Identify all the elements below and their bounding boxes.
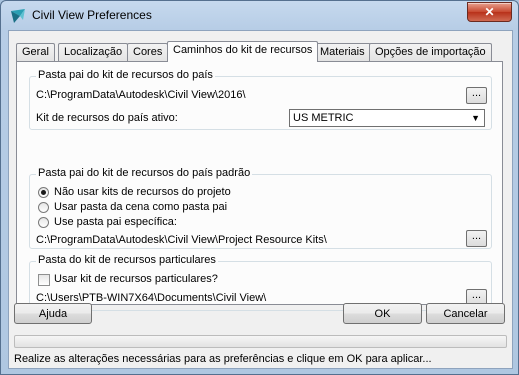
active-kit-label: Kit de recursos do país ativo: bbox=[36, 112, 178, 124]
radio-scene-folder-label: Usar pasta da cena como pasta pai bbox=[54, 201, 228, 213]
help-button[interactable]: Ajuda bbox=[14, 303, 92, 324]
country-kit-browse-button[interactable]: ... bbox=[466, 87, 487, 104]
default-kit-group: Pasta pai do kit de recursos do país pad… bbox=[29, 167, 492, 249]
preferences-window: Civil View Preferences ✕ Geral Localizaç… bbox=[0, 0, 519, 375]
close-icon: ✕ bbox=[484, 5, 495, 19]
active-kit-value: US METRIC bbox=[293, 112, 354, 124]
tab-localizacao[interactable]: Localização bbox=[58, 43, 129, 61]
default-kit-path: C:\ProgramData\Autodesk\Civil View\Proje… bbox=[36, 234, 327, 246]
dialog-client: Geral Localização Cores Caminhos do kit … bbox=[8, 30, 513, 369]
country-kit-legend: Pasta pai do kit de recursos do país bbox=[36, 69, 215, 81]
active-kit-select[interactable]: US METRIC ▼ bbox=[289, 109, 485, 127]
tab-geral[interactable]: Geral bbox=[16, 43, 55, 61]
dropdown-arrow-icon: ▼ bbox=[471, 113, 480, 123]
country-kit-group: Pasta pai do kit de recursos do país C:\… bbox=[29, 69, 492, 130]
private-kit-group: Pasta do kit de recursos particulares Us… bbox=[29, 254, 492, 311]
radio-scene-folder[interactable] bbox=[38, 202, 49, 213]
private-kit-checkbox-label: Usar kit de recursos particulares? bbox=[54, 273, 218, 285]
window-title: Civil View Preferences bbox=[32, 8, 152, 22]
country-kit-path: C:\ProgramData\Autodesk\Civil View\2016\ bbox=[36, 89, 246, 101]
progress-bar bbox=[14, 335, 507, 348]
radio-specific-folder[interactable] bbox=[38, 217, 49, 228]
radio-no-project-kits-label: Não usar kits de recursos do projeto bbox=[54, 186, 231, 198]
radio-no-project-kits[interactable] bbox=[38, 187, 49, 198]
app-icon bbox=[11, 9, 25, 23]
private-kit-checkbox[interactable] bbox=[38, 274, 50, 286]
default-kit-legend: Pasta pai do kit de recursos do país pad… bbox=[36, 167, 253, 179]
tab-panel-caminhos: Pasta pai do kit de recursos do país C:\… bbox=[16, 61, 503, 311]
cancel-button[interactable]: Cancelar bbox=[426, 303, 505, 324]
status-text: Realize as alterações necessárias para a… bbox=[14, 353, 432, 365]
default-kit-browse-button[interactable]: ... bbox=[466, 230, 487, 247]
ok-button[interactable]: OK bbox=[343, 303, 422, 324]
tab-cores[interactable]: Cores bbox=[127, 43, 169, 61]
tab-opcoes-importacao[interactable]: Opções de importação bbox=[369, 43, 492, 61]
close-button[interactable]: ✕ bbox=[467, 2, 512, 22]
tab-materiais[interactable]: Materiais bbox=[314, 43, 371, 61]
title-bar[interactable]: Civil View Preferences ✕ bbox=[1, 1, 518, 29]
radio-specific-folder-label: Use pasta pai específica: bbox=[54, 216, 177, 228]
tab-caminhos[interactable]: Caminhos do kit de recursos bbox=[167, 41, 319, 62]
private-kit-legend: Pasta do kit de recursos particulares bbox=[36, 254, 218, 266]
